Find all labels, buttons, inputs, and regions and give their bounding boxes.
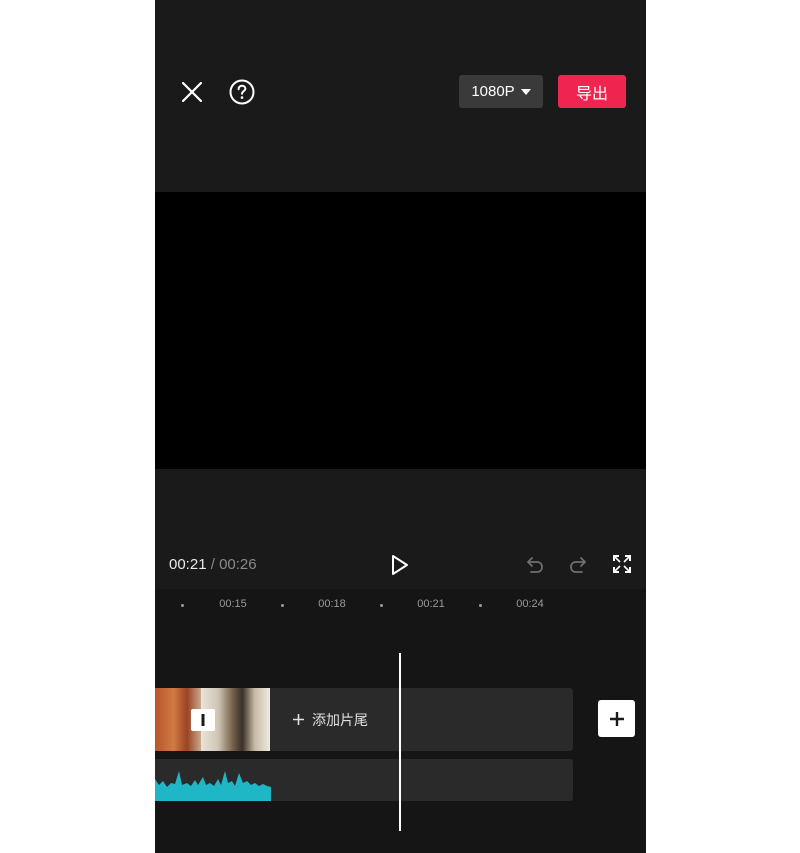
help-icon[interactable]	[227, 77, 257, 107]
video-preview[interactable]	[155, 192, 646, 469]
total-time: 00:26	[219, 556, 257, 573]
transition-marker[interactable]	[191, 709, 215, 731]
ruler-dot	[181, 604, 184, 607]
caret-down-icon	[520, 88, 531, 95]
close-icon[interactable]	[177, 77, 207, 107]
fullscreen-icon[interactable]	[610, 552, 634, 576]
audio-waveform	[155, 771, 271, 801]
undo-icon[interactable]	[523, 553, 547, 577]
export-button[interactable]: 导出	[558, 75, 626, 108]
ruler-dot	[281, 604, 284, 607]
ruler-tick: 00:18	[318, 598, 346, 610]
add-clip-button[interactable]	[598, 700, 635, 737]
play-icon[interactable]	[387, 552, 413, 578]
ruler-tick: 00:15	[219, 598, 247, 610]
ruler-dot	[479, 604, 482, 607]
add-ending-label: 添加片尾	[312, 712, 368, 729]
time-ruler[interactable]: 00:15 00:18 00:21 00:24	[155, 589, 646, 625]
add-ending-button[interactable]: 添加片尾	[293, 688, 368, 751]
plus-icon	[293, 714, 304, 725]
ruler-dot	[380, 604, 383, 607]
player-controls: 00:21 / 00:26	[155, 469, 646, 589]
redo-icon[interactable]	[566, 553, 590, 577]
editor-screen: 1080P 导出 00:21 / 00:26 00:15 00:18 00:21…	[155, 0, 646, 853]
timeline: 添加片尾	[155, 625, 646, 853]
ruler-tick: 00:24	[516, 598, 544, 610]
video-track[interactable]: 添加片尾	[155, 688, 573, 751]
timecode: 00:21 / 00:26	[169, 556, 257, 573]
plus-icon	[609, 711, 624, 726]
audio-track[interactable]	[155, 759, 573, 801]
resolution-dropdown[interactable]: 1080P	[459, 75, 543, 108]
current-time: 00:21	[169, 556, 207, 573]
top-bar: 1080P 导出	[155, 0, 646, 192]
ruler-tick: 00:21	[417, 598, 445, 610]
playhead[interactable]	[399, 653, 401, 831]
resolution-label: 1080P	[471, 83, 515, 100]
time-separator: /	[210, 556, 215, 573]
